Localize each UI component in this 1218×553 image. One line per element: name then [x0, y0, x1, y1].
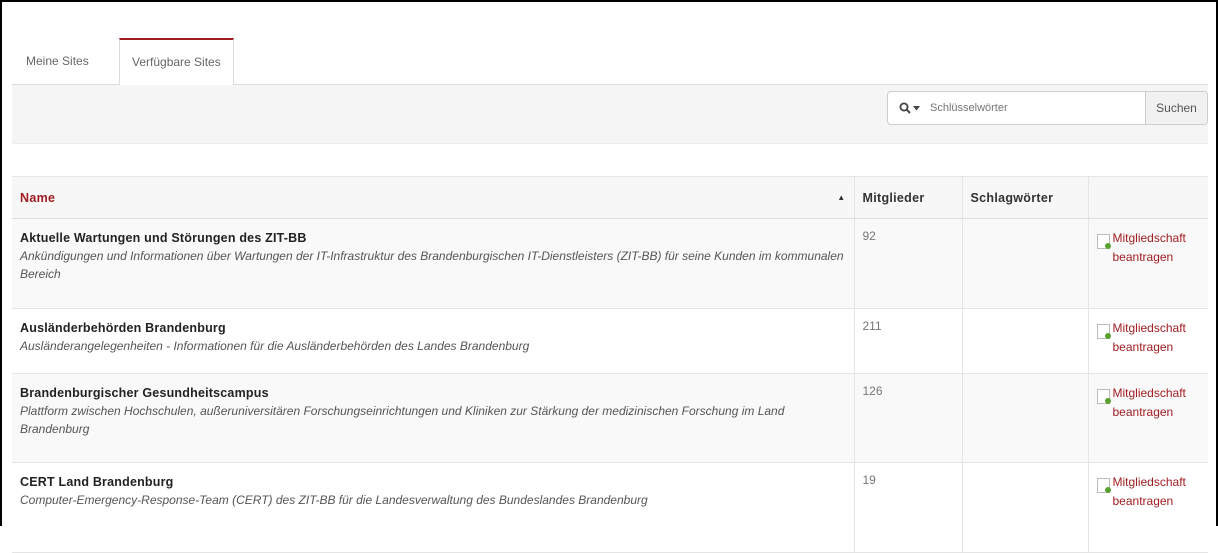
cell-tags — [961, 462, 1088, 553]
site-name[interactable]: CERT Land Brandenburg — [20, 475, 846, 489]
request-membership-link[interactable]: Mitgliedschaft beantragen — [1096, 384, 1201, 422]
tab-bar: Meine Sites Verfügbare Sites — [12, 26, 1208, 87]
document-add-icon — [1096, 234, 1111, 249]
cell-site: Aktuelle Wartungen und Störungen des ZIT… — [12, 218, 854, 309]
search-options-dropdown[interactable] — [888, 92, 930, 124]
cell-action: Mitgliedschaft beantragen — [1087, 308, 1208, 374]
action-label-line1: Mitgliedschaft — [1112, 475, 1186, 489]
header-action — [1087, 176, 1208, 219]
site-description: Ankündigungen und Informationen über War… — [20, 249, 844, 281]
site-name[interactable]: Ausländerbehörden Brandenburg — [20, 321, 846, 335]
sort-ascending-icon: ▲ — [837, 193, 846, 202]
search-icon — [899, 102, 911, 114]
cell-action: Mitgliedschaft beantragen — [1087, 373, 1208, 463]
action-label-line1: Mitgliedschaft — [1112, 386, 1186, 400]
cell-site: CERT Land Brandenburg Computer-Emergency… — [12, 462, 854, 553]
search-button[interactable]: Suchen — [1145, 92, 1207, 124]
action-label-line2: beantragen — [1112, 340, 1174, 354]
sites-table: Name ▲ Mitglieder Schlagwörter Aktuelle … — [12, 176, 1208, 553]
action-label-line2: beantragen — [1112, 494, 1174, 508]
table-row: CERT Land Brandenburg Computer-Emergency… — [12, 462, 1208, 553]
header-name[interactable]: Name ▲ — [12, 176, 854, 219]
site-name[interactable]: Brandenburgischer Gesundheitscampus — [20, 386, 846, 400]
cell-tags — [961, 373, 1088, 463]
tab-meine-sites[interactable]: Meine Sites — [14, 38, 101, 86]
request-membership-link[interactable]: Mitgliedschaft beantragen — [1096, 229, 1201, 267]
search-group: Suchen — [887, 91, 1208, 125]
action-label-line1: Mitgliedschaft — [1112, 231, 1186, 245]
cell-action: Mitgliedschaft beantragen — [1087, 218, 1208, 309]
action-label-line2: beantragen — [1112, 405, 1174, 419]
cell-site: Brandenburgischer Gesundheitscampus Plat… — [12, 373, 854, 463]
cell-members: 19 — [853, 462, 962, 553]
cell-site: Ausländerbehörden Brandenburg Ausländera… — [12, 308, 854, 374]
page-frame: Meine Sites Verfügbare Sites Suchen — [0, 0, 1218, 553]
document-add-icon — [1096, 324, 1111, 339]
site-description: Ausländerangelegenheiten - Informationen… — [20, 339, 530, 353]
header-members[interactable]: Mitglieder — [853, 176, 962, 219]
table-header-row: Name ▲ Mitglieder Schlagwörter — [12, 176, 1208, 219]
header-tags[interactable]: Schlagwörter — [961, 176, 1088, 219]
site-description: Computer-Emergency-Response-Team (CERT) … — [20, 493, 648, 507]
request-membership-link[interactable]: Mitgliedschaft beantragen — [1096, 319, 1201, 357]
action-label-line1: Mitgliedschaft — [1112, 321, 1186, 335]
table-row: Brandenburgischer Gesundheitscampus Plat… — [12, 373, 1208, 463]
action-label-line2: beantragen — [1112, 250, 1174, 264]
table-row: Aktuelle Wartungen und Störungen des ZIT… — [12, 218, 1208, 309]
cell-action: Mitgliedschaft beantragen — [1087, 462, 1208, 553]
document-add-icon — [1096, 389, 1111, 404]
toolbar: Suchen — [12, 85, 1208, 144]
caret-down-icon — [912, 105, 920, 110]
request-membership-link[interactable]: Mitgliedschaft beantragen — [1096, 473, 1201, 511]
cell-tags — [961, 218, 1088, 309]
header-name-label: Name — [20, 190, 56, 205]
site-description: Plattform zwischen Hochschulen, außeruni… — [20, 404, 785, 436]
table-row: Ausländerbehörden Brandenburg Ausländera… — [12, 308, 1208, 374]
site-name[interactable]: Aktuelle Wartungen und Störungen des ZIT… — [20, 231, 846, 245]
cell-members: 211 — [853, 308, 962, 374]
cell-members: 92 — [853, 218, 962, 309]
sites-panel: Meine Sites Verfügbare Sites Suchen — [12, 26, 1208, 553]
tab-verfuegbare-sites[interactable]: Verfügbare Sites — [119, 38, 234, 87]
cell-members: 126 — [853, 373, 962, 463]
search-input[interactable] — [930, 92, 1145, 124]
document-add-icon — [1096, 478, 1111, 493]
cell-tags — [961, 308, 1088, 374]
